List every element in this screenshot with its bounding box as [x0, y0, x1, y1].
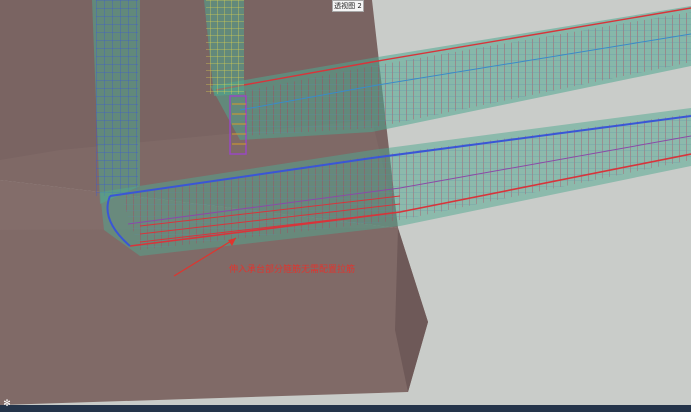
annotation-text: 伸入承台部分箍筋无需配置拉筋	[229, 265, 356, 275]
left-column-mesh	[96, 0, 138, 196]
view-label[interactable]: 透视图 2	[332, 0, 364, 12]
gear-icon[interactable]: ✻	[2, 399, 12, 409]
3d-viewport[interactable]: 透视图 2 伸入承台部分箍筋无需配置拉筋 ✻	[0, 0, 691, 412]
model-canvas[interactable]	[0, 0, 691, 412]
middle-column-mesh	[206, 0, 244, 94]
status-bar	[0, 405, 691, 412]
